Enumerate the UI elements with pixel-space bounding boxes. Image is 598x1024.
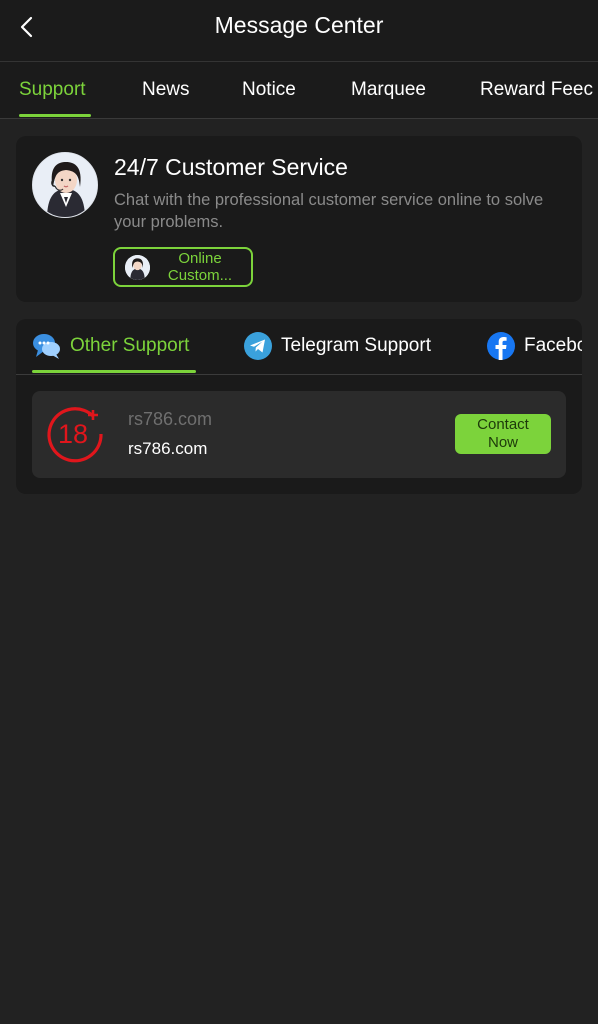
18-plus-icon: 18	[47, 407, 103, 463]
contact-name: rs786.com	[128, 409, 213, 429]
customer-service-title: 24/7 Customer Service	[114, 154, 348, 180]
tab-facebook-support[interactable]: Facebc	[486, 331, 582, 361]
agent-avatar-small	[125, 255, 150, 280]
online-customer-service-label: Online Custom...	[159, 250, 241, 284]
contact-value: rs786.com	[128, 439, 208, 458]
active-support-tab-indicator	[32, 370, 196, 373]
support-channel-tabs: Other Support Telegram Support Facebc	[16, 319, 582, 375]
tab-news[interactable]: News	[142, 79, 190, 101]
contact-button-line1: Contact	[477, 416, 529, 433]
tab-facebook-support-label: Facebc	[524, 335, 582, 356]
tab-notice[interactable]: Notice	[242, 79, 296, 101]
tab-marquee[interactable]: Marquee	[351, 79, 426, 101]
customer-service-card: 24/7 Customer Service Chat with the prof…	[16, 136, 582, 302]
chat-bubble-icon	[33, 334, 60, 359]
list-item: 18 rs786.com rs786.com Contact Now	[32, 391, 566, 478]
support-channels-card: Other Support Telegram Support Facebc 18…	[16, 319, 582, 494]
customer-service-description: Chat with the professional customer serv…	[114, 191, 544, 231]
active-tab-indicator	[19, 114, 91, 117]
tab-other-support[interactable]: Other Support	[32, 331, 189, 361]
page-title: Message Center	[214, 12, 384, 38]
top-bar: Message Center	[0, 0, 598, 62]
tab-telegram-support-label: Telegram Support	[281, 335, 431, 356]
online-customer-service-button[interactable]: Online Custom...	[113, 247, 253, 287]
facebook-icon	[487, 332, 515, 360]
tab-other-support-label: Other Support	[70, 335, 190, 356]
message-tabs: Support News Notice Marquee Reward Feec	[0, 62, 598, 119]
agent-avatar	[32, 152, 98, 218]
contact-button-line2: Now	[487, 434, 518, 451]
tab-reward-feedback[interactable]: Reward Feec	[480, 79, 593, 101]
online-button-line1: Online	[178, 250, 222, 267]
tab-telegram-support[interactable]: Telegram Support	[243, 331, 431, 361]
back-button[interactable]	[10, 10, 44, 44]
online-button-line2: Custom...	[167, 267, 233, 284]
contact-now-button[interactable]: Contact Now	[455, 414, 551, 454]
telegram-icon	[244, 332, 272, 360]
tab-support[interactable]: Support	[19, 79, 86, 101]
svg-text:18: 18	[58, 419, 88, 449]
chevron-left-icon	[20, 16, 33, 38]
